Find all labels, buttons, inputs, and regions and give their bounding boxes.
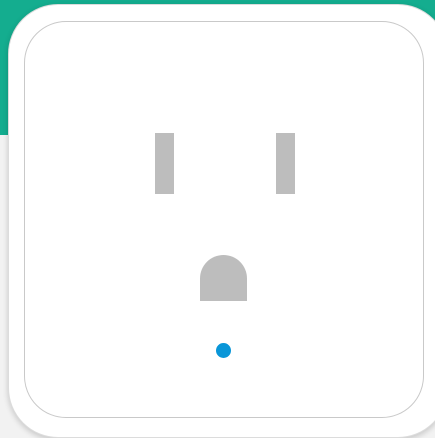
- outlet-faceplate: [24, 21, 424, 418]
- right-outlet-slot: [276, 133, 295, 194]
- ground-hole: [200, 255, 247, 301]
- left-outlet-slot: [155, 133, 174, 194]
- smart-plug-screen: [0, 0, 435, 438]
- status-led-icon: [216, 343, 231, 358]
